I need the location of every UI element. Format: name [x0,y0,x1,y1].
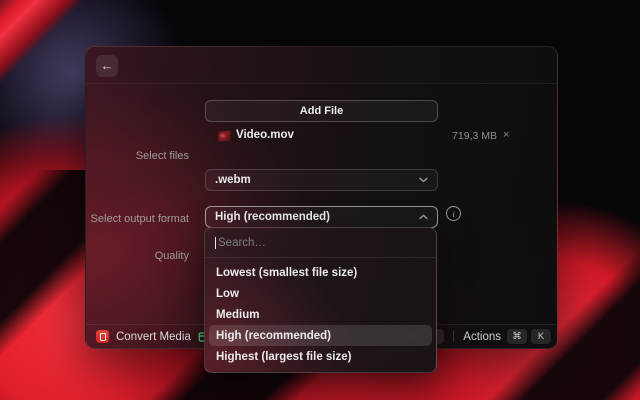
dropdown-option[interactable]: Lowest (smallest file size) [209,262,432,283]
dropdown-option[interactable]: High (recommended) [209,325,432,346]
text-caret [215,237,216,249]
footer-left: Convert Media [96,325,210,348]
quality-select[interactable]: High (recommended) [205,206,438,228]
app-name: Convert Media [116,331,191,343]
quality-dropdown: Lowest (smallest file size) Low Medium H… [204,227,437,373]
dropdown-option[interactable]: Medium [209,304,432,325]
cmd-key-icon[interactable]: ⌘ [507,329,527,344]
chevron-up-icon [419,214,428,220]
desktop: ← Select files Add File Video.mov 719,3 … [0,0,640,400]
file-size: 719,3 MB [395,130,497,142]
dropdown-option[interactable]: Low [209,283,432,304]
output-format-value: .webm [215,174,251,186]
dropdown-search-row [205,228,436,257]
output-format-select[interactable]: .webm [205,169,438,191]
window-header: ← [86,47,557,84]
selected-file-row: Video.mov 719,3 MB × [205,128,523,144]
k-key-icon[interactable]: K [531,329,551,344]
add-file-button[interactable]: Add File [205,100,438,122]
chevron-down-icon [419,177,428,183]
quality-value: High (recommended) [215,211,330,223]
dropdown-search-input[interactable] [218,237,426,249]
info-icon[interactable]: i [446,206,461,221]
actions-label[interactable]: Actions [463,331,501,343]
dropdown-options: Lowest (smallest file size) Low Medium H… [205,258,436,372]
quality-label: Quality [86,250,189,262]
footer-divider [453,331,454,342]
dropdown-option[interactable]: Highest (largest file size) [209,346,432,367]
video-thumbnail-icon [218,131,231,141]
select-files-label: Select files [86,150,189,162]
output-format-label: Select output format [86,213,189,225]
file-name: Video.mov [236,129,294,141]
convert-media-extension-icon [96,330,109,343]
back-button[interactable]: ← [96,55,118,77]
remove-file-icon[interactable]: × [503,129,509,141]
